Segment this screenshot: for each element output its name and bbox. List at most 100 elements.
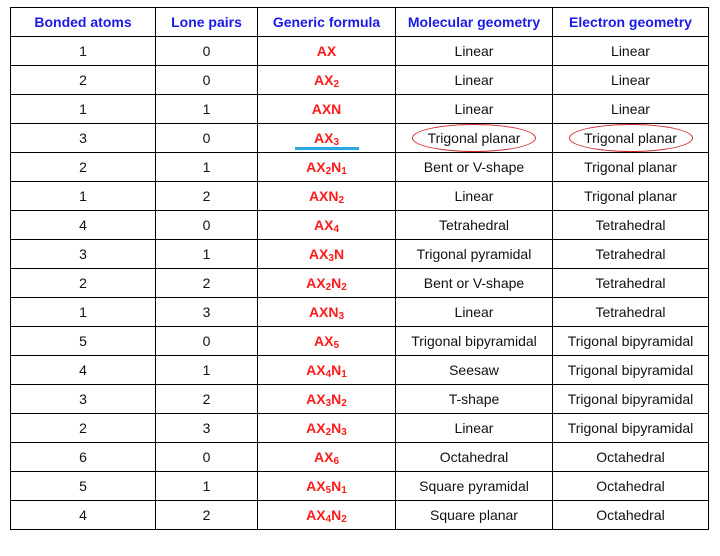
generic-formula: AX4N2 xyxy=(306,507,347,525)
table-row: 1 2 AXN2 Linear Trigonal planar xyxy=(10,181,709,211)
table-row: 3 0 AX3 Trigonal planar Trigonal planar xyxy=(10,123,709,153)
table-row: 1 1 AXN Linear Linear xyxy=(10,94,709,124)
generic-formula-cell: AXN3 xyxy=(257,297,396,327)
bonded-atoms-cell: 1 xyxy=(10,181,156,211)
generic-formula-cell: AXN xyxy=(257,94,396,124)
formula-symbol: AXN xyxy=(308,188,339,204)
molecular-geometry-cell: Octahedral xyxy=(395,442,553,472)
lone-pairs-cell: 1 xyxy=(155,94,258,124)
bonded-atoms-cell: 3 xyxy=(10,123,156,153)
generic-formula-cell: AX4N2 xyxy=(257,500,396,530)
formula-symbol: AX xyxy=(306,362,326,378)
lone-pairs-cell: 0 xyxy=(155,36,258,66)
molecular-geometry-cell: Linear xyxy=(395,297,553,327)
table-row: 2 3 AX2N3 Linear Trigonal bipyramidal xyxy=(10,413,709,443)
generic-formula: AX2N2 xyxy=(306,275,347,293)
electron-geometry-cell: Octahedral xyxy=(552,500,709,530)
bonded-atoms-cell: 4 xyxy=(10,210,156,240)
formula-subscript: 1 xyxy=(341,485,347,496)
table-row: 3 2 AX3N2 T-shape Trigonal bipyramidal xyxy=(10,384,709,414)
formula-subscript: 3 xyxy=(338,311,345,322)
formula-symbol: AX xyxy=(306,391,326,407)
bonded-atoms-cell: 5 xyxy=(10,471,156,501)
generic-formula: AXN3 xyxy=(309,304,345,322)
generic-formula-cell: AX xyxy=(257,36,396,66)
highlight-underline xyxy=(294,147,359,150)
electron-geometry-cell: Trigonal bipyramidal xyxy=(552,384,709,414)
lone-pairs-cell: 0 xyxy=(155,210,258,240)
lone-pairs-cell: 0 xyxy=(155,326,258,356)
electron-geometry-cell: Tetrahedral xyxy=(552,210,709,240)
generic-formula: AX2N1 xyxy=(306,159,347,177)
molecular-geometry-cell: Trigonal planar xyxy=(395,123,553,153)
molecular-geometry-cell: Linear xyxy=(395,94,553,124)
formula-symbol: AX xyxy=(313,130,334,146)
formula-subscript: 2 xyxy=(338,195,345,206)
lone-pairs-cell: 2 xyxy=(155,384,258,414)
formula-symbol: AXN xyxy=(311,101,342,117)
generic-formula: AX3N xyxy=(308,246,344,264)
table-row: 6 0 AX6 Octahedral Octahedral xyxy=(10,442,709,472)
generic-formula-cell: AX3N xyxy=(257,239,396,269)
molecular-geometry-cell: Trigonal bipyramidal xyxy=(395,326,553,356)
molecular-geometry-cell: Linear xyxy=(395,181,553,211)
generic-formula: AX4 xyxy=(313,217,339,235)
molecular-geometry-cell: T-shape xyxy=(395,384,553,414)
table-row: 4 2 AX4N2 Square planar Octahedral xyxy=(10,500,709,530)
vsepr-geometry-table: Bonded atoms Lone pairs Generic formula … xyxy=(10,7,709,530)
generic-formula-cell: AX5N1 xyxy=(257,471,396,501)
header-electron-geometry: Electron geometry xyxy=(552,7,709,37)
formula-symbol: AX xyxy=(308,246,329,262)
table-row: 5 1 AX5N1 Square pyramidal Octahedral xyxy=(10,471,709,501)
generic-formula-cell: AX3 xyxy=(257,123,396,153)
electron-geometry-cell: Trigonal planar xyxy=(552,181,709,211)
bonded-atoms-cell: 1 xyxy=(10,36,156,66)
bonded-atoms-cell: 2 xyxy=(10,268,156,298)
generic-formula-cell: AX2N3 xyxy=(257,413,396,443)
table-row: 2 2 AX2N2 Bent or V-shape Tetrahedral xyxy=(10,268,709,298)
generic-formula-cell: AX2N2 xyxy=(257,268,396,298)
formula-symbol: AX xyxy=(316,43,337,59)
formula-symbol: AX xyxy=(313,217,334,233)
formula-symbol: N xyxy=(331,507,342,523)
formula-symbol: AX xyxy=(306,275,326,291)
electron-geometry-cell: Trigonal planar xyxy=(552,123,709,153)
electron-geometry-cell: Trigonal planar xyxy=(552,152,709,182)
generic-formula: AXN2 xyxy=(308,188,345,206)
formula-symbol: AX xyxy=(306,159,326,175)
electron-geometry-cell: Octahedral xyxy=(552,471,709,501)
electron-geometry-cell: Linear xyxy=(552,94,709,124)
lone-pairs-cell: 3 xyxy=(155,297,258,327)
generic-formula-cell: AX2 xyxy=(257,65,396,95)
table-row: 2 1 AX2N1 Bent or V-shape Trigonal planar xyxy=(10,152,709,182)
generic-formula: AX6 xyxy=(313,449,339,467)
molecular-geometry-cell: Square pyramidal xyxy=(395,471,553,501)
table-row: 2 0 AX2 Linear Linear xyxy=(10,65,709,95)
lone-pairs-cell: 2 xyxy=(155,500,258,530)
bonded-atoms-cell: 5 xyxy=(10,326,156,356)
formula-subscript: 5 xyxy=(333,340,339,351)
bonded-atoms-cell: 2 xyxy=(10,413,156,443)
molecular-geometry-cell: Square planar xyxy=(395,500,553,530)
generic-formula: AX5 xyxy=(314,333,339,351)
formula-symbol: N xyxy=(331,159,342,175)
generic-formula-cell: AXN2 xyxy=(257,181,396,211)
bonded-atoms-cell: 3 xyxy=(10,239,156,269)
lone-pairs-cell: 1 xyxy=(155,355,258,385)
bonded-atoms-cell: 2 xyxy=(10,65,156,95)
formula-symbol: N xyxy=(331,420,342,436)
lone-pairs-cell: 2 xyxy=(155,181,258,211)
molecular-geometry-cell: Bent or V-shape xyxy=(395,152,553,182)
molecular-geometry-cell: Seesaw xyxy=(395,355,553,385)
electron-geometry-cell: Trigonal bipyramidal xyxy=(552,326,709,356)
bonded-atoms-cell: 2 xyxy=(10,152,156,182)
electron-geometry-cell: Trigonal bipyramidal xyxy=(552,413,709,443)
generic-formula-cell: AX4 xyxy=(257,210,396,240)
formula-subscript: 3 xyxy=(341,427,347,438)
formula-subscript: 2 xyxy=(333,79,339,90)
molecular-geometry-cell: Linear xyxy=(395,65,553,95)
lone-pairs-cell: 0 xyxy=(155,123,258,153)
generic-formula-cell: AX3N2 xyxy=(257,384,396,414)
formula-symbol: AX xyxy=(306,478,326,494)
formula-symbol: AX xyxy=(313,449,334,465)
